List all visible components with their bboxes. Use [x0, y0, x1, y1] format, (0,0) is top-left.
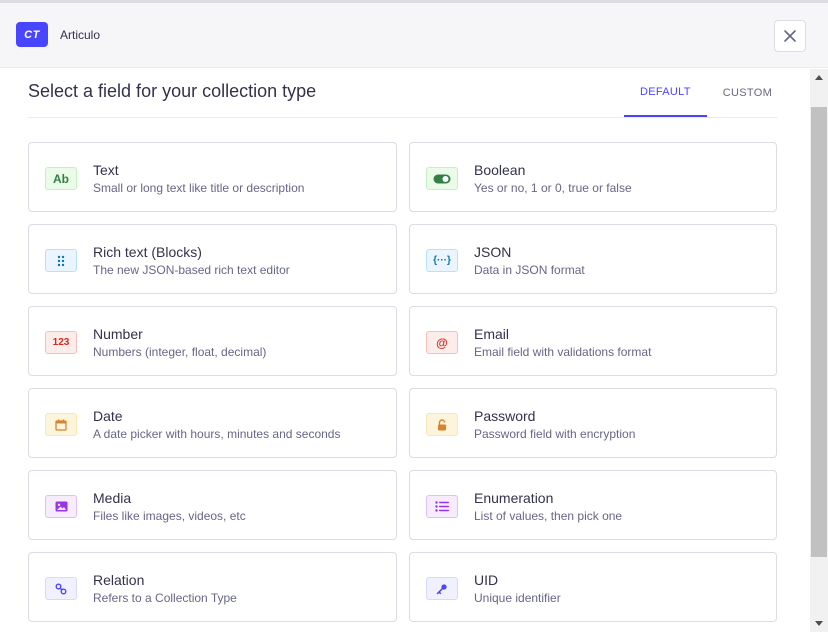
link-icon — [45, 577, 77, 600]
field-name: Email — [474, 326, 510, 342]
field-name: Relation — [93, 572, 145, 588]
calendar-icon — [45, 413, 77, 436]
field-card-uid[interactable]: UID Unique identifier — [409, 552, 777, 622]
tab-default[interactable]: DEFAULT — [624, 69, 707, 117]
page-title: Select a field for your collection type — [28, 81, 317, 101]
field-card-boolean[interactable]: Boolean Yes or no, 1 or 0, true or false — [409, 142, 777, 212]
modal-header: CT Articulo — [0, 3, 828, 68]
scroll-down-arrow[interactable] — [810, 615, 828, 632]
field-description: Email field with validations format — [474, 345, 652, 359]
modal-body: Select a field for your collection type … — [0, 69, 810, 632]
key-icon — [426, 577, 458, 600]
field-name: JSON — [474, 244, 512, 260]
scroll-thumb[interactable] — [811, 107, 827, 557]
field-description: A date picker with hours, minutes and se… — [93, 427, 341, 441]
field-card-date[interactable]: Date A date picker with hours, minutes a… — [28, 388, 397, 458]
field-card-rich-text-blocks[interactable]: Rich text (Blocks) The new JSON-based ri… — [28, 224, 397, 294]
field-description: List of values, then pick one — [474, 509, 623, 523]
field-card-enumeration[interactable]: Enumeration List of values, then pick on… — [409, 470, 777, 540]
scroll-up-arrow[interactable] — [810, 69, 828, 86]
field-description: Small or long text like title or descrip… — [93, 181, 305, 195]
field-card-text[interactable]: Ab Text Small or long text like title or… — [28, 142, 397, 212]
field-type-grid: Ab Text Small or long text like title or… — [28, 142, 777, 622]
field-name: UID — [474, 572, 499, 588]
field-card-relation[interactable]: Relation Refers to a Collection Type — [28, 552, 397, 622]
field-name: Password — [474, 408, 536, 424]
arrow-up-icon — [815, 75, 823, 80]
list-icon — [426, 495, 458, 518]
field-description: Refers to a Collection Type — [93, 591, 237, 605]
at-sign-icon: @ — [426, 331, 458, 354]
number-icon: 123 — [45, 331, 77, 354]
field-name: Boolean — [474, 162, 526, 178]
collection-name: Articulo — [60, 28, 101, 42]
field-card-media[interactable]: Media Files like images, videos, etc — [28, 470, 397, 540]
field-name: Date — [93, 408, 123, 424]
field-name: Rich text (Blocks) — [93, 244, 202, 260]
field-description: Data in JSON format — [474, 263, 585, 277]
braces-icon: {···} — [426, 249, 458, 272]
tab-custom[interactable]: CUSTOM — [707, 69, 788, 117]
field-card-json[interactable]: {···} JSON Data in JSON format — [409, 224, 777, 294]
field-card-number[interactable]: 123 Number Numbers (integer, float, deci… — [28, 306, 397, 376]
field-description: Yes or no, 1 or 0, true or false — [474, 181, 632, 195]
tabs-divider — [28, 117, 777, 118]
field-description: The new JSON-based rich text editor — [93, 263, 290, 277]
tab-list: DEFAULT CUSTOM — [624, 69, 788, 117]
field-description: Unique identifier — [474, 591, 561, 605]
toggle-icon — [426, 167, 458, 190]
close-button[interactable] — [774, 20, 806, 52]
drag-dots-icon — [45, 249, 77, 272]
collection-type-badge: CT — [16, 22, 48, 47]
field-description: Files like images, videos, etc — [93, 509, 246, 523]
text-icon: Ab — [45, 167, 77, 190]
vertical-scrollbar[interactable] — [810, 69, 828, 632]
field-card-email[interactable]: @ Email Email field with validations for… — [409, 306, 777, 376]
field-name: Text — [93, 162, 119, 178]
field-name: Number — [93, 326, 143, 342]
field-name: Enumeration — [474, 490, 554, 506]
field-name: Media — [93, 490, 132, 506]
field-card-password[interactable]: Password Password field with encryption — [409, 388, 777, 458]
image-icon — [45, 495, 77, 518]
field-description: Password field with encryption — [474, 427, 636, 441]
close-icon — [784, 30, 796, 42]
arrow-down-icon — [815, 621, 823, 626]
lock-icon — [426, 413, 458, 436]
field-description: Numbers (integer, float, decimal) — [93, 345, 267, 359]
